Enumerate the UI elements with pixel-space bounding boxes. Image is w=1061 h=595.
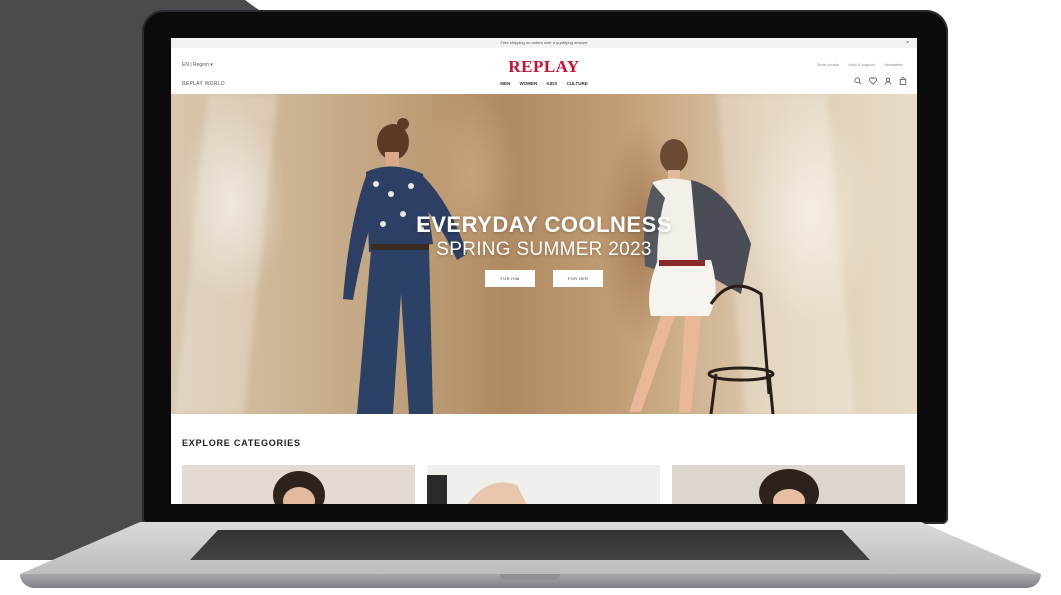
category-card[interactable] xyxy=(672,465,905,504)
laptop-screen: Free shipping on orders over a qualifyin… xyxy=(171,38,917,504)
announcement-text: Free shipping on orders over a qualifyin… xyxy=(500,40,588,45)
laptop-notch xyxy=(500,574,560,580)
announcement-bar: Free shipping on orders over a qualifyin… xyxy=(171,38,917,48)
utility-links: Store locator Help & support Newsletter xyxy=(809,62,903,67)
category-image xyxy=(427,475,527,504)
category-card[interactable] xyxy=(427,465,660,504)
hero-banner[interactable]: EVERYDAY COOLNESS SPRING SUMMER 2023 FOR… xyxy=(171,94,917,414)
laptop-base xyxy=(20,522,1041,592)
for-him-button[interactable]: FOR HIM xyxy=(485,270,535,287)
search-icon[interactable] xyxy=(853,76,862,85)
header-icons xyxy=(853,76,907,85)
nav-women[interactable]: WOMEN xyxy=(520,81,538,86)
user-icon[interactable] xyxy=(883,76,892,85)
nav-kids[interactable]: KIDS xyxy=(547,81,558,86)
nav-men[interactable]: MEN xyxy=(500,81,510,86)
newsletter-link[interactable]: Newsletter xyxy=(884,62,903,67)
nav-culture[interactable]: CULTURE xyxy=(567,81,588,86)
explore-categories-title: EXPLORE CATEGORIES xyxy=(182,438,301,448)
close-icon[interactable]: × xyxy=(906,38,909,48)
category-image xyxy=(759,469,819,504)
hero-title: EVERYDAY COOLNESS xyxy=(416,212,672,237)
replay-logo[interactable]: REPLAY xyxy=(171,57,917,77)
main-nav: MEN WOMEN KIDS CULTURE xyxy=(171,81,917,86)
store-locator-link[interactable]: Store locator xyxy=(817,62,840,67)
category-image xyxy=(273,471,325,504)
for-her-button[interactable]: FOR HER xyxy=(553,270,603,287)
hero-subtitle: SPRING SUMMER 2023 xyxy=(436,239,652,260)
help-link[interactable]: Help & support xyxy=(849,62,875,67)
keyboard-strip xyxy=(190,530,870,560)
site-header: EN | Region ▾ REPLAY WORLD REPLAY MEN WO… xyxy=(171,48,917,94)
heart-icon[interactable] xyxy=(868,76,877,85)
bag-icon[interactable] xyxy=(898,76,907,85)
category-card[interactable] xyxy=(182,465,415,504)
